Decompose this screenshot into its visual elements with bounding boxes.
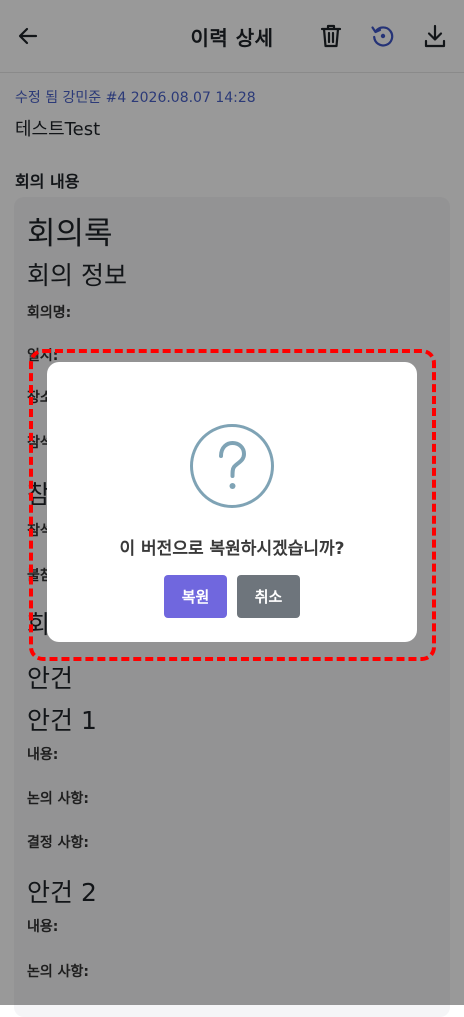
restore-confirm-dialog: 이 버전으로 복원하시겠습니까? 복원 취소 bbox=[47, 362, 417, 642]
question-circle-icon bbox=[190, 424, 274, 508]
cancel-button[interactable]: 취소 bbox=[237, 575, 300, 618]
confirm-restore-button[interactable]: 복원 bbox=[164, 575, 227, 618]
dialog-message: 이 버전으로 복원하시겠습니까? bbox=[119, 539, 345, 559]
